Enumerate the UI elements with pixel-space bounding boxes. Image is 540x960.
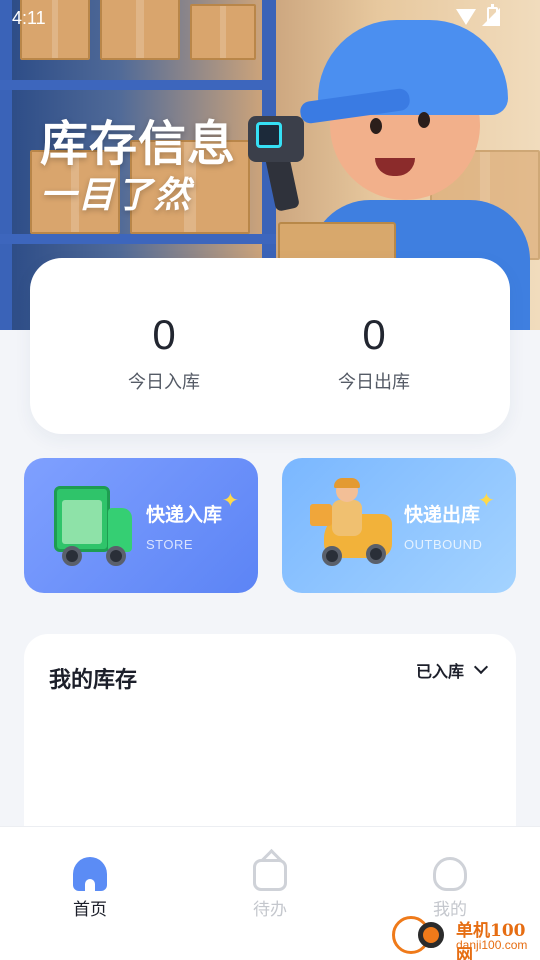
status-bar: 4:11 bbox=[0, 0, 540, 34]
truck-wheel bbox=[62, 546, 82, 566]
my-inventory-card: 我的库存 已入库 bbox=[24, 634, 516, 834]
express-outbound-title: 快递出库 bbox=[404, 504, 481, 526]
sparkle-icon: ✦ bbox=[222, 488, 239, 512]
scanner-screen bbox=[256, 122, 282, 148]
stat-outbound-label: 今日出库 bbox=[338, 372, 410, 393]
truck-cargo-load bbox=[62, 500, 102, 544]
stat-inbound-label: 今日入库 bbox=[128, 372, 200, 393]
battery-icon bbox=[487, 4, 498, 26]
watermark: 单机100网 danji100.com bbox=[392, 914, 538, 960]
rider-parcel bbox=[310, 504, 332, 526]
todo-bag-icon bbox=[253, 859, 287, 891]
home-icon bbox=[73, 857, 107, 891]
rider-cap bbox=[334, 478, 360, 488]
scooter-wheel bbox=[322, 546, 342, 566]
stat-inbound[interactable]: 0 今日入库 bbox=[64, 310, 264, 394]
sparkle-icon: ✦ bbox=[478, 488, 495, 512]
shelf-beam bbox=[0, 234, 276, 244]
express-outbound-subtitle: OUTBOUND bbox=[404, 537, 483, 552]
truck-cab bbox=[108, 508, 132, 552]
inventory-filter-label: 已入库 bbox=[415, 662, 464, 681]
rider-torso bbox=[332, 500, 362, 536]
stat-outbound[interactable]: 0 今日出库 bbox=[274, 310, 474, 394]
nav-todo-label: 待办 bbox=[253, 900, 287, 920]
wifi-icon bbox=[456, 9, 476, 25]
profile-icon bbox=[433, 857, 467, 891]
chevron-down-icon bbox=[473, 659, 489, 675]
watermark-logo-eye bbox=[418, 922, 444, 948]
worker-eye bbox=[370, 118, 382, 134]
shelf-beam bbox=[0, 80, 276, 90]
scooter-wheel bbox=[366, 544, 386, 564]
express-store-button[interactable]: 快递入库 STORE ✦ bbox=[24, 458, 258, 593]
nav-home[interactable]: 首页 bbox=[50, 857, 130, 920]
inventory-title: 我的库存 bbox=[49, 668, 138, 693]
express-store-subtitle: STORE bbox=[146, 537, 194, 552]
express-store-title: 快递入库 bbox=[146, 504, 223, 526]
truck-wheel bbox=[106, 546, 126, 566]
stat-inbound-value: 0 bbox=[152, 311, 176, 358]
worker-eye bbox=[418, 112, 430, 128]
shelf-post bbox=[0, 0, 12, 330]
stat-outbound-value: 0 bbox=[362, 311, 386, 358]
nav-home-label: 首页 bbox=[73, 900, 107, 920]
inventory-filter-dropdown[interactable]: 已入库 bbox=[415, 658, 489, 682]
express-outbound-button[interactable]: 快递出库 OUTBOUND ✦ bbox=[282, 458, 516, 593]
today-stats-card: 0 今日入库 0 今日出库 bbox=[30, 258, 510, 434]
banner-subtitle: 一目了然 bbox=[40, 175, 193, 216]
banner-title: 库存信息 bbox=[40, 116, 237, 172]
watermark-url: danji100.com bbox=[456, 938, 528, 952]
nav-profile[interactable]: 我的 bbox=[410, 857, 490, 920]
nav-todo[interactable]: 待办 bbox=[230, 857, 310, 920]
status-time: 4:11 bbox=[12, 8, 46, 28]
